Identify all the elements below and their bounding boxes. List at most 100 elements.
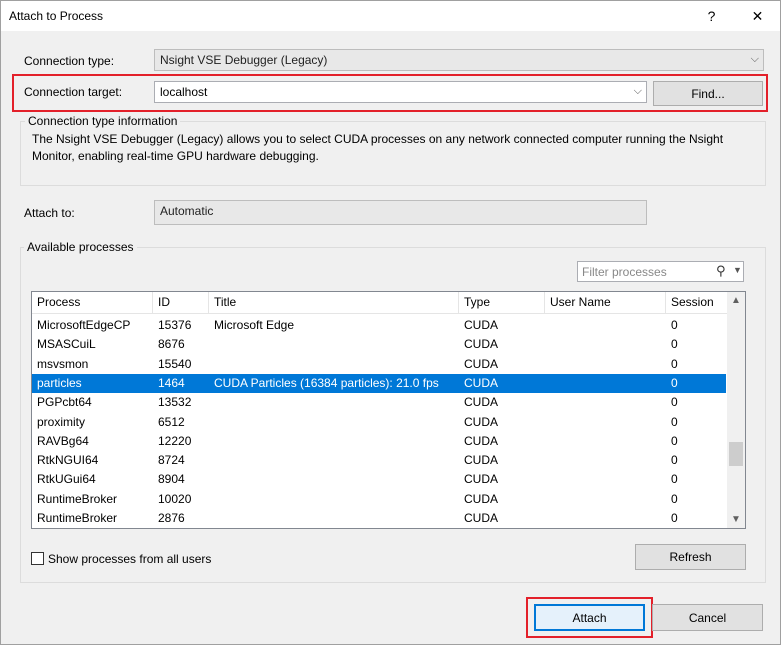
cell-title: [209, 432, 459, 451]
cell-process: RAVBg64: [37, 433, 89, 448]
table-row[interactable]: proximity 6512 CUDA 0: [32, 413, 726, 432]
connection-info-text: The Nsight VSE Debugger (Legacy) allows …: [32, 132, 724, 163]
cell-id: 6512: [158, 414, 185, 429]
find-button[interactable]: Find...: [653, 81, 763, 106]
cell-title: CUDA Particles (16384 particles): 21.0 f…: [214, 375, 439, 390]
connection-target-combobox[interactable]: localhost ⌵: [154, 81, 647, 103]
cell-id: 8904: [158, 472, 185, 487]
filter-processes-box[interactable]: ⚲ ▼: [577, 261, 744, 282]
column-header-title[interactable]: Title: [209, 292, 459, 314]
show-all-users-checkbox[interactable]: [31, 552, 44, 565]
cell-type: CUDA: [459, 528, 545, 529]
scroll-thumb[interactable]: [729, 442, 743, 466]
close-button[interactable]: ✕: [735, 1, 780, 31]
table-row[interactable]: MicrosoftEdgeCP 15376 Microsoft Edge CUDA 0: [32, 316, 726, 335]
cell-session: 0: [671, 318, 678, 332]
cell-user-name: [545, 355, 666, 374]
table-row[interactable]: RtkUGui64 8904 CUDA 0: [32, 470, 726, 489]
cell-type: CUDA: [464, 395, 499, 410]
column-header-id[interactable]: ID: [153, 292, 209, 314]
scroll-up-icon[interactable]: ▲: [727, 292, 745, 309]
cell-user-name: [545, 374, 666, 393]
cell-id: 8724: [158, 453, 185, 468]
cell-process: RuntimeBroker: [37, 511, 118, 525]
table-row[interactable]: MSASCuiL 8676 CUDA 0: [32, 335, 726, 354]
help-button[interactable]: ?: [689, 1, 734, 31]
cell-process: MSASCuiL: [37, 337, 96, 352]
cell-process: RuntimeBroker: [37, 491, 118, 506]
chevron-down-icon: ⌵: [750, 53, 759, 65]
column-header-session[interactable]: Session: [666, 292, 727, 314]
cell-title: [209, 470, 459, 489]
cell-process: MicrosoftEdgeCP: [37, 318, 131, 332]
cell-user-name: [545, 528, 666, 529]
available-processes-heading: Available processes: [24, 240, 137, 254]
chevron-down-icon[interactable]: ⌵: [634, 85, 642, 98]
cell-type: CUDA: [464, 337, 499, 352]
cell-type: CUDA: [464, 318, 499, 332]
connection-target-value: localhost: [160, 85, 208, 99]
connection-type-select[interactable]: Nsight VSE Debugger (Legacy) ⌵: [154, 49, 764, 71]
column-header-type[interactable]: Type: [459, 292, 545, 314]
cell-user-name: [545, 470, 666, 489]
table-row[interactable]: RAVBg64 12220 CUDA 0: [32, 432, 726, 451]
filter-processes-input[interactable]: [578, 262, 708, 281]
cell-session: 0: [666, 528, 726, 529]
cell-title: [209, 451, 459, 470]
search-icon[interactable]: ⚲: [716, 263, 726, 279]
cell-title: [209, 509, 459, 528]
table-row[interactable]: RtkNGUI64 8724 CUDA 0: [32, 451, 726, 470]
table-row-selected[interactable]: particles 1464 CUDA Particles (16384 parti…: [32, 373, 726, 393]
column-header-process[interactable]: Process: [32, 292, 153, 314]
cell-session: 0: [671, 433, 678, 448]
cell-process: particles: [37, 375, 82, 390]
title-bar: Attach to Process ? ✕: [1, 1, 780, 31]
cell-session: 0: [671, 414, 678, 429]
cell-user-name: [545, 432, 666, 451]
table-row[interactable]: PGPcbt64 13532 CUDA 0: [32, 393, 726, 412]
cell-type: CUDA: [464, 453, 499, 468]
cell-user-name: [545, 316, 666, 335]
cell-type: CUDA: [464, 472, 499, 487]
cell-id: 10020: [158, 491, 192, 506]
attach-button[interactable]: Attach: [534, 604, 645, 631]
table-row[interactable]: RuntimeBroker 10020 CUDA 0: [32, 490, 726, 509]
cell-process: RuntimeBroker: [32, 528, 153, 529]
connection-type-value: Nsight VSE Debugger (Legacy): [160, 53, 328, 67]
cell-session: 0: [671, 472, 678, 487]
cell-id: 13532: [158, 395, 192, 410]
cell-session: 0: [671, 337, 678, 352]
cell-id: 1464: [158, 375, 185, 390]
cell-user-name: [545, 393, 666, 412]
attach-to-process-dialog: Attach to Process ? ✕ Connection type: N…: [0, 0, 781, 645]
table-row[interactable]: RuntimeBroker 2876 CUDA 0: [32, 509, 726, 528]
cell-session: 0: [671, 395, 678, 410]
process-list[interactable]: Process ID Title Type User Name Session …: [31, 291, 746, 529]
connection-info-heading: Connection type information: [25, 114, 181, 128]
table-row[interactable]: msvsmon 15540 CUDA 0: [32, 355, 726, 374]
cell-id: 2876: [158, 511, 185, 525]
cell-process: RtkNGUI64: [37, 453, 99, 468]
cell-process: PGPcbt64: [37, 395, 92, 410]
cell-process: msvsmon: [37, 356, 89, 371]
cell-user-name: [545, 451, 666, 470]
table-row[interactable]: RuntimeBroker9680 CUDA 0: [32, 528, 726, 529]
process-list-scrollbar[interactable]: ▲ ▼: [727, 292, 745, 528]
window-title: Attach to Process: [9, 9, 104, 23]
cell-user-name: [545, 413, 666, 432]
chevron-down-icon[interactable]: ▼: [733, 265, 742, 275]
cell-session: 0: [671, 511, 678, 525]
attach-to-field[interactable]: Automatic: [154, 200, 647, 225]
cell-title: [209, 335, 459, 354]
column-header-user-name[interactable]: User Name: [545, 292, 666, 314]
refresh-button[interactable]: Refresh: [635, 544, 746, 570]
cell-title: [209, 413, 459, 432]
cell-user-name: [545, 509, 666, 528]
cell-id: 15376: [158, 318, 192, 332]
scroll-down-icon[interactable]: ▼: [727, 511, 745, 528]
show-all-users-label[interactable]: Show processes from all users: [48, 552, 211, 566]
cancel-button[interactable]: Cancel: [652, 604, 763, 631]
cell-type: CUDA: [464, 375, 499, 390]
cell-title: [209, 393, 459, 412]
process-list-header: Process ID Title Type User Name Session: [32, 292, 727, 314]
